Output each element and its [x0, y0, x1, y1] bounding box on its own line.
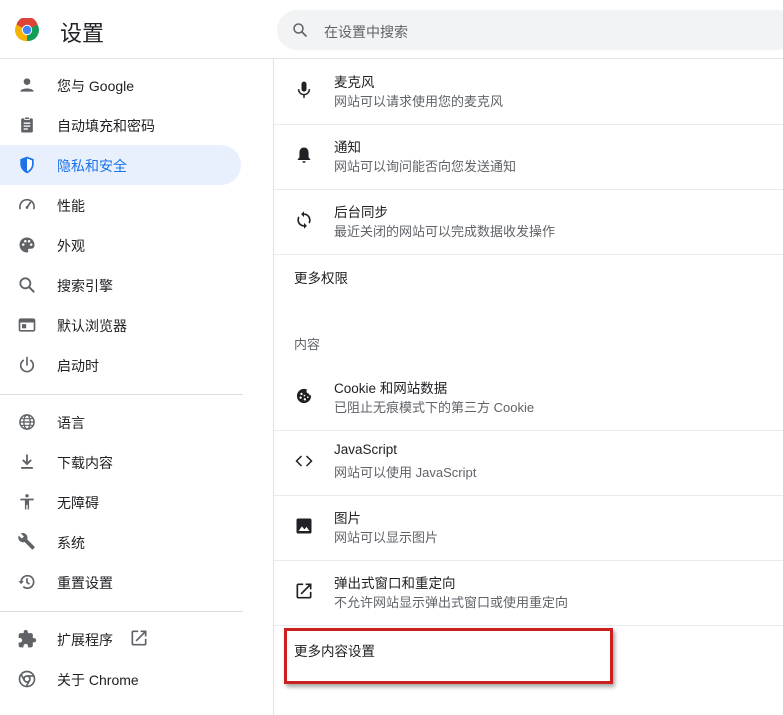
- sidebar-item-accessibility[interactable]: 无障碍: [0, 482, 241, 522]
- person-icon: [20, 78, 34, 92]
- search-placeholder: 在设置中搜索: [324, 24, 408, 40]
- setting-description: 已阻止无痕模式下的第三方 Cookie: [334, 400, 535, 415]
- setting-description: 网站可以使用 JavaScript: [334, 465, 477, 480]
- sidebar-item-label: 搜索引擎: [57, 278, 113, 294]
- sidebar-item-label: 重置设置: [57, 575, 113, 591]
- browser-window-icon: [18, 318, 36, 332]
- sidebar-item-label: 系统: [57, 535, 85, 551]
- sidebar-item-label: 下载内容: [57, 455, 113, 471]
- clipboard-icon: [21, 116, 33, 133]
- setting-row-notifications[interactable]: 通知 网站可以询问能否向您发送通知: [274, 124, 783, 190]
- globe-icon: [19, 414, 35, 430]
- sidebar: 您与 Google 自动填充和密码 隐私和安全 性能 外观 搜索引擎 默认浏览器…: [0, 59, 273, 715]
- sidebar-item-extensions[interactable]: 扩展程序: [0, 619, 241, 659]
- setting-title: 后台同步: [334, 205, 388, 220]
- sidebar-item-label: 隐私和安全: [57, 158, 127, 174]
- open-in-new-icon: [296, 583, 312, 599]
- cookie-icon: [296, 388, 312, 404]
- bell-icon: [297, 147, 311, 163]
- sidebar-item-privacy[interactable]: 隐私和安全: [0, 145, 241, 185]
- chrome-logo-icon: [15, 18, 39, 42]
- setting-row-javascript[interactable]: JavaScript 网站可以使用 JavaScript: [274, 430, 783, 496]
- sidebar-item-reset-settings[interactable]: 重置设置: [0, 562, 241, 602]
- chrome-icon: [18, 670, 36, 688]
- highlight-annotation: [284, 628, 613, 684]
- sidebar-item-downloads[interactable]: 下载内容: [0, 442, 241, 482]
- search-input[interactable]: 在设置中搜索: [277, 10, 783, 50]
- search-icon: [293, 23, 307, 37]
- history-icon: [18, 574, 35, 589]
- setting-title: Cookie 和网站数据: [334, 381, 448, 396]
- more-permissions-toggle[interactable]: 更多权限: [294, 267, 348, 287]
- sidebar-item-about-chrome[interactable]: 关于 Chrome: [0, 659, 241, 699]
- setting-row-images[interactable]: 图片 网站可以显示图片: [274, 495, 783, 561]
- power-icon: [19, 356, 35, 373]
- sidebar-item-label: 启动时: [57, 358, 99, 374]
- sidebar-item-appearance[interactable]: 外观: [0, 225, 241, 265]
- sidebar-item-label: 关于 Chrome: [57, 672, 139, 688]
- header: 设置 在设置中搜索: [0, 0, 783, 59]
- wrench-icon: [18, 533, 35, 550]
- setting-title: 图片: [334, 511, 361, 526]
- setting-description: 不允许网站显示弹出式窗口或使用重定向: [334, 595, 569, 610]
- page-title: 设置: [60, 21, 105, 46]
- sidebar-item-autofill[interactable]: 自动填充和密码: [0, 105, 241, 145]
- speedometer-icon: [19, 198, 35, 210]
- sidebar-item-system[interactable]: 系统: [0, 522, 241, 562]
- code-icon: [295, 455, 313, 467]
- sync-icon: [297, 211, 311, 229]
- sidebar-item-label: 语言: [57, 415, 85, 431]
- shield-icon: [20, 156, 34, 174]
- sidebar-item-on-startup[interactable]: 启动时: [0, 345, 241, 385]
- microphone-icon: [297, 81, 311, 98]
- sidebar-item-default-browser[interactable]: 默认浏览器: [0, 305, 241, 345]
- setting-title: 通知: [334, 140, 361, 155]
- setting-row-popups[interactable]: 弹出式窗口和重定向 不允许网站显示弹出式窗口或使用重定向: [274, 560, 783, 626]
- setting-title: JavaScript: [334, 442, 398, 457]
- sidebar-item-label: 默认浏览器: [57, 318, 127, 334]
- settings-content: 麦克风 网站可以请求使用您的麦克风 通知 网站可以询问能否向您发送通知 后台同步…: [274, 59, 783, 715]
- sidebar-item-search-engine[interactable]: 搜索引擎: [0, 265, 241, 305]
- divider: [0, 394, 243, 395]
- section-header-content: 内容: [294, 337, 321, 352]
- open-in-new-icon: [131, 630, 147, 646]
- accessibility-icon: [20, 494, 34, 510]
- setting-row-microphone[interactable]: 麦克风 网站可以请求使用您的麦克风: [274, 59, 783, 125]
- setting-row-background-sync[interactable]: 后台同步 最近关闭的网站可以完成数据收发操作: [274, 189, 783, 255]
- sidebar-item-label: 扩展程序: [57, 632, 113, 648]
- sidebar-item-label: 性能: [57, 198, 85, 214]
- sidebar-item-performance[interactable]: 性能: [0, 185, 241, 225]
- setting-title: 弹出式窗口和重定向: [334, 576, 456, 591]
- setting-description: 网站可以显示图片: [334, 530, 439, 545]
- setting-row-cookies[interactable]: Cookie 和网站数据 已阻止无痕模式下的第三方 Cookie: [274, 365, 783, 431]
- sidebar-item-languages[interactable]: 语言: [0, 402, 241, 442]
- setting-description: 网站可以询问能否向您发送通知: [334, 159, 517, 174]
- setting-description: 网站可以请求使用您的麦克风: [334, 94, 504, 109]
- sidebar-item-label: 外观: [57, 238, 85, 254]
- sidebar-item-label: 您与 Google: [57, 78, 135, 94]
- download-icon: [21, 454, 33, 469]
- setting-description: 最近关闭的网站可以完成数据收发操作: [334, 224, 556, 239]
- search-icon: [19, 277, 35, 293]
- sidebar-item-label: 自动填充和密码: [57, 118, 155, 134]
- setting-title: 麦克风: [334, 75, 375, 90]
- sidebar-item-you-and-google[interactable]: 您与 Google: [0, 65, 241, 105]
- image-icon: [296, 518, 312, 534]
- divider: [0, 611, 243, 612]
- puzzle-icon: [18, 629, 37, 648]
- sidebar-item-label: 无障碍: [57, 495, 99, 511]
- palette-icon: [19, 237, 35, 253]
